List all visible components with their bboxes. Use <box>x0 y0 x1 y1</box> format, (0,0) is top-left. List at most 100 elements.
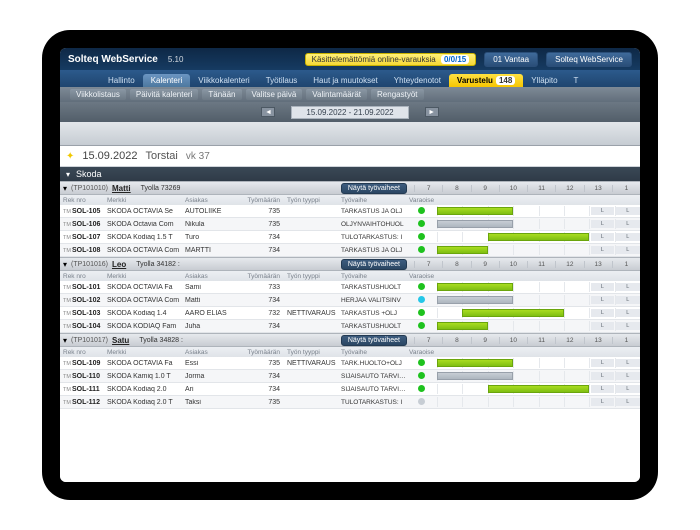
primary-tab-ylläpito[interactable]: Ylläpito <box>523 74 565 87</box>
secondary-tab-rengastyöt[interactable]: Rengastyöt <box>371 89 423 100</box>
primary-tab-työtilaus[interactable]: Työtilaus <box>258 74 306 87</box>
mechanic-id: (TP101017) <box>71 337 108 344</box>
secondary-tab-valintamäärät[interactable]: Valintamäärät <box>306 89 367 100</box>
table-row[interactable]: TMSOL-105SKODA OCTAVIA SeAUTOLIIKE735TAR… <box>60 205 640 218</box>
primary-tab-t[interactable]: T <box>566 74 587 87</box>
mechanic-header: ▾(TP101016)LeoTyolla 34182 :Näytä työvai… <box>60 257 640 271</box>
table-row[interactable]: TMSOL-106SKODA Octavia ComNikula735ÖLJYN… <box>60 218 640 231</box>
hour-cell: 12 <box>555 261 583 268</box>
lunch-marker: L <box>616 398 639 406</box>
col-header-merkki: Merkki <box>104 197 182 204</box>
status-dot-icon <box>418 322 425 329</box>
chevron-down-icon[interactable]: ▾ <box>63 336 67 345</box>
date-next-button[interactable]: ► <box>425 107 439 117</box>
timeline-bar[interactable] <box>437 246 488 254</box>
brand-label: Skoda <box>76 169 102 179</box>
column-headers: Rek nroMerkkiAsiakasTyömääränTyön tyyppi… <box>60 195 640 205</box>
show-worksteps-button[interactable]: Näytä työvaiheet <box>341 259 407 270</box>
primary-tab-hallinto[interactable]: Hallinto <box>100 74 143 87</box>
status-dot-icon <box>418 309 425 316</box>
cell-timeline: LL <box>434 245 640 255</box>
hour-cell: 9 <box>471 337 499 344</box>
table-row[interactable]: TMSOL-108SKODA OCTAVIA ComMARTTI734TARKA… <box>60 244 640 257</box>
pending-online-bookings-pill[interactable]: Käsittelemättömiä online-varauksia 0/0/1… <box>305 53 477 66</box>
cell-workamount: 734 <box>244 386 284 393</box>
hour-cell: 8 <box>442 337 470 344</box>
cell-reg-number: TMSOL-106 <box>60 221 104 228</box>
table-row[interactable]: TMSOL-104SKODA KODIAQ FamJuha734TARKASTU… <box>60 320 640 333</box>
col-header-rek: Rek nro <box>60 273 104 280</box>
secondary-tab-päivitä-kalenteri[interactable]: Päivitä kalenteri <box>130 89 198 100</box>
secondary-tab-tänään[interactable]: Tänään <box>202 89 241 100</box>
table-row[interactable]: TMSOL-103SKODA Kodiaq 1.4AARO ELIAS732NE… <box>60 307 640 320</box>
timeline-bar[interactable] <box>437 220 513 228</box>
table-row[interactable]: TMSOL-109SKODA OCTAVIA FaEssi735NETTIVAR… <box>60 357 640 370</box>
column-headers: Rek nroMerkkiAsiakasTyömääränTyön tyyppi… <box>60 271 640 281</box>
cell-customer: Essi <box>182 360 244 367</box>
service-link-button[interactable]: Solteq WebService <box>546 52 632 67</box>
date-range-display[interactable]: 15.09.2022 - 21.09.2022 <box>291 106 408 119</box>
timeline-bar[interactable] <box>437 283 513 291</box>
cell-reg-number: TMSOL-101 <box>60 284 104 291</box>
timeline-bar[interactable] <box>488 233 590 241</box>
table-row[interactable]: TMSOL-110SKODA Kamiq 1.0 TJorma734SIJAIS… <box>60 370 640 383</box>
hour-cell: 9 <box>471 261 499 268</box>
cell-customer: Sami <box>182 284 244 291</box>
mechanic-name[interactable]: Matti <box>112 184 131 193</box>
timeline-bar[interactable] <box>462 309 564 317</box>
chevron-down-icon[interactable]: ▾ <box>63 260 67 269</box>
secondary-tab-viikkolistaus[interactable]: Viikkolistaus <box>70 89 126 100</box>
status-dot-icon <box>418 246 425 253</box>
cell-make: SKODA OCTAVIA Fa <box>104 284 182 291</box>
primary-tab-viikkokalenteri[interactable]: Viikkokalenteri <box>190 74 257 87</box>
cell-timeline: LL <box>434 206 640 216</box>
secondary-tab-valitse-päivä[interactable]: Valitse päivä <box>246 89 303 100</box>
cell-parts-status <box>406 207 434 216</box>
col-header-var: Varaoisen tila <box>406 197 434 204</box>
hour-cell: 12 <box>555 337 583 344</box>
cell-workamount: 732 <box>244 310 284 317</box>
table-row[interactable]: TMSOL-107SKODA Kodiaq 1.5 TTuro734TULOTA… <box>60 231 640 244</box>
hour-cell: 11 <box>527 185 555 192</box>
brand-group-bar[interactable]: ▾ Skoda <box>60 167 640 181</box>
timeline-bar[interactable] <box>437 207 513 215</box>
primary-tab-haut ja muutokset[interactable]: Haut ja muutokset <box>305 74 385 87</box>
cell-timeline: LL <box>434 295 640 305</box>
primary-tab-varustelu[interactable]: Varustelu148 <box>449 74 523 87</box>
mechanic-name[interactable]: Leo <box>112 260 126 269</box>
day-date: 15.09.2022 <box>82 150 137 162</box>
cell-timeline: LL <box>434 232 640 242</box>
lunch-marker: L <box>591 283 614 291</box>
table-row[interactable]: TMSOL-112SKODA Kodiaq 2.0 TTaksi735TULOT… <box>60 396 640 409</box>
location-button[interactable]: 01 Vantaa <box>484 52 538 67</box>
lunch-marker: L <box>616 322 639 330</box>
hour-cell: 7 <box>414 337 442 344</box>
col-header-tyyppi: Työn tyyppi <box>284 349 338 356</box>
timeline-bar[interactable] <box>437 322 488 330</box>
timeline-bar[interactable] <box>488 385 590 393</box>
timeline-bar[interactable] <box>437 296 513 304</box>
cell-customer: Juha <box>182 323 244 330</box>
timeline-bar[interactable] <box>437 372 513 380</box>
lunch-marker: L <box>616 385 639 393</box>
mechanic-id: (TP101010) <box>71 185 108 192</box>
mechanic-header: ▾(TP101010)MattiTyolla 73269Näytä työvai… <box>60 181 640 195</box>
app-bar: Solteq WebService 5.10 Käsittelemättömiä… <box>60 48 640 70</box>
table-row[interactable]: TMSOL-101SKODA OCTAVIA FaSami733TARKASTU… <box>60 281 640 294</box>
table-row[interactable]: TMSOL-111SKODA Kodiaq 2.0Ari734SIJAISAUT… <box>60 383 640 396</box>
cell-timeline: LL <box>434 384 640 394</box>
show-worksteps-button[interactable]: Näytä työvaiheet <box>341 335 407 346</box>
show-worksteps-button[interactable]: Näytä työvaiheet <box>341 183 407 194</box>
hour-cell: 1 <box>612 185 640 192</box>
chevron-down-icon[interactable]: ▾ <box>63 184 67 193</box>
col-header-tyovaihe: Työvaihe <box>338 349 406 356</box>
primary-tab-yhteydenotot[interactable]: Yhteydenotot <box>386 74 449 87</box>
cell-workphase: SIJAISAUTO TARVITA/ TARKASTUSHUOLT <box>338 373 406 380</box>
primary-tab-kalenteri[interactable]: Kalenteri <box>143 74 191 87</box>
mechanic-name[interactable]: Satu <box>112 336 129 345</box>
cell-workamount: 734 <box>244 297 284 304</box>
hour-cell: 12 <box>555 185 583 192</box>
date-prev-button[interactable]: ◄ <box>261 107 275 117</box>
table-row[interactable]: TMSOL-102SKODA OCTAVIA ComMatti734HERJAA… <box>60 294 640 307</box>
timeline-bar[interactable] <box>437 359 513 367</box>
